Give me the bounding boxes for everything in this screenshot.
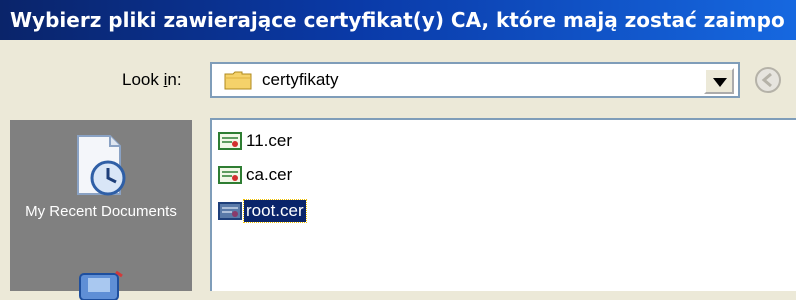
dialog-title: Wybierz pliki zawierające certyfikat(y) … [0, 0, 796, 40]
file-item-ca[interactable]: ca.cer [218, 162, 294, 188]
look-in-label: Look in: [122, 70, 182, 89]
file-name: 11.cer [246, 131, 292, 150]
back-icon[interactable] [752, 64, 784, 96]
desktop-icon[interactable] [72, 270, 128, 300]
recent-documents-icon [77, 135, 126, 196]
chevron-down-icon [713, 78, 727, 87]
look-in-value: certyfikaty [262, 70, 339, 89]
my-recent-documents-label: My Recent Documents [25, 203, 177, 220]
file-item-root[interactable]: root.cer [218, 198, 307, 224]
my-recent-documents-button[interactable]: My Recent Documents [10, 120, 192, 260]
file-item-11[interactable]: 11.cer [218, 128, 294, 154]
certificate-icon [218, 166, 242, 184]
places-bar: My Recent Documents [10, 120, 192, 300]
file-list[interactable]: 11.cer ca.cer root.cer [210, 118, 796, 291]
file-name: root.cer [243, 199, 307, 223]
folder-icon [224, 71, 252, 90]
dropdown-button[interactable] [704, 68, 734, 94]
look-in-combobox[interactable]: certyfikaty [210, 62, 740, 98]
file-name: ca.cer [246, 165, 293, 184]
certificate-icon [218, 202, 242, 220]
certificate-icon [218, 132, 242, 150]
